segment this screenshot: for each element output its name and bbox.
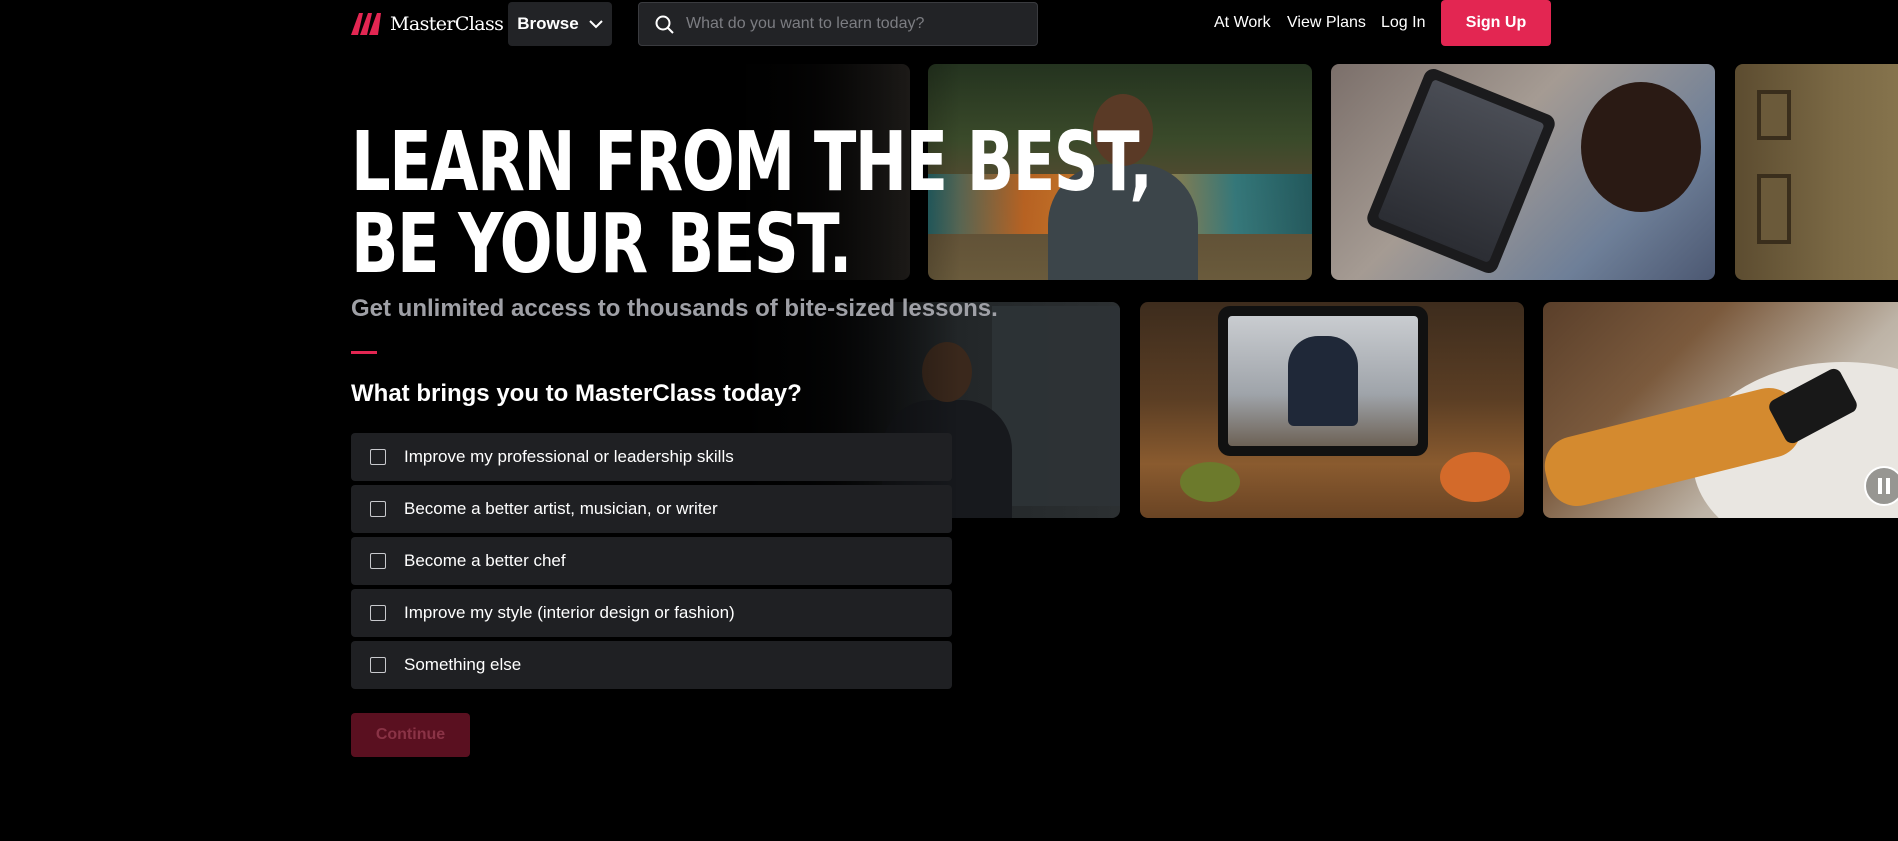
checkbox[interactable] [370,553,386,569]
search-input[interactable] [686,15,1026,33]
masterclass-logo[interactable]: MasterClass [351,10,504,38]
option-label: Become a better chef [404,551,566,570]
option-artist-musician-writer[interactable]: Become a better artist, musician, or wri… [351,485,952,533]
option-label: Improve my style (interior design or fas… [404,603,735,622]
nav-at-work-link[interactable]: At Work [1214,14,1271,32]
chevron-down-icon [588,19,603,28]
top-nav: MasterClass Browse At Work View Plans Lo… [0,0,1898,48]
accent-divider [351,351,377,354]
page: MasterClass Browse At Work View Plans Lo… [0,0,1898,841]
option-something-else[interactable]: Something else [351,641,952,689]
hero-image-tablet-viewer [1331,64,1715,280]
checkbox[interactable] [370,501,386,517]
search-box[interactable] [638,2,1038,46]
browse-label: Browse [517,14,579,33]
logo-text: MasterClass [390,13,504,35]
browse-button[interactable]: Browse [508,2,612,46]
hero-title-line-2: BE YOUR BEST. [351,197,852,292]
nav-log-in-link[interactable]: Log In [1381,14,1425,32]
masterclass-logo-icon [351,13,381,35]
hero-image-interior [1735,64,1898,280]
checkbox[interactable] [370,657,386,673]
search-icon [655,15,674,34]
hero-title-line-1: LEARN FROM THE BEST, [351,115,1153,210]
pause-icon [1878,478,1890,494]
option-label: Something else [404,655,522,674]
hero-image-phone-viewer [1543,302,1898,518]
hero-subtitle: Get unlimited access to thousands of bit… [351,295,998,322]
continue-button[interactable]: Continue [351,713,470,757]
checkbox[interactable] [370,605,386,621]
option-improve-style[interactable]: Improve my style (interior design or fas… [351,589,952,637]
option-label: Become a better artist, musician, or wri… [404,499,718,518]
survey-options: Improve my professional or leadership sk… [351,433,952,693]
pause-button[interactable] [1864,466,1898,506]
hero-title: LEARN FROM THE BEST, BE YOUR BEST. [351,115,1153,292]
sign-up-button[interactable]: Sign Up [1441,0,1551,46]
checkbox[interactable] [370,449,386,465]
survey-question: What brings you to MasterClass today? [351,380,802,407]
option-better-chef[interactable]: Become a better chef [351,537,952,585]
option-professional-skills[interactable]: Improve my professional or leadership sk… [351,433,952,481]
nav-view-plans-link[interactable]: View Plans [1287,14,1366,32]
option-label: Improve my professional or leadership sk… [404,447,734,466]
hero-image-chef-tablet [1140,302,1524,518]
